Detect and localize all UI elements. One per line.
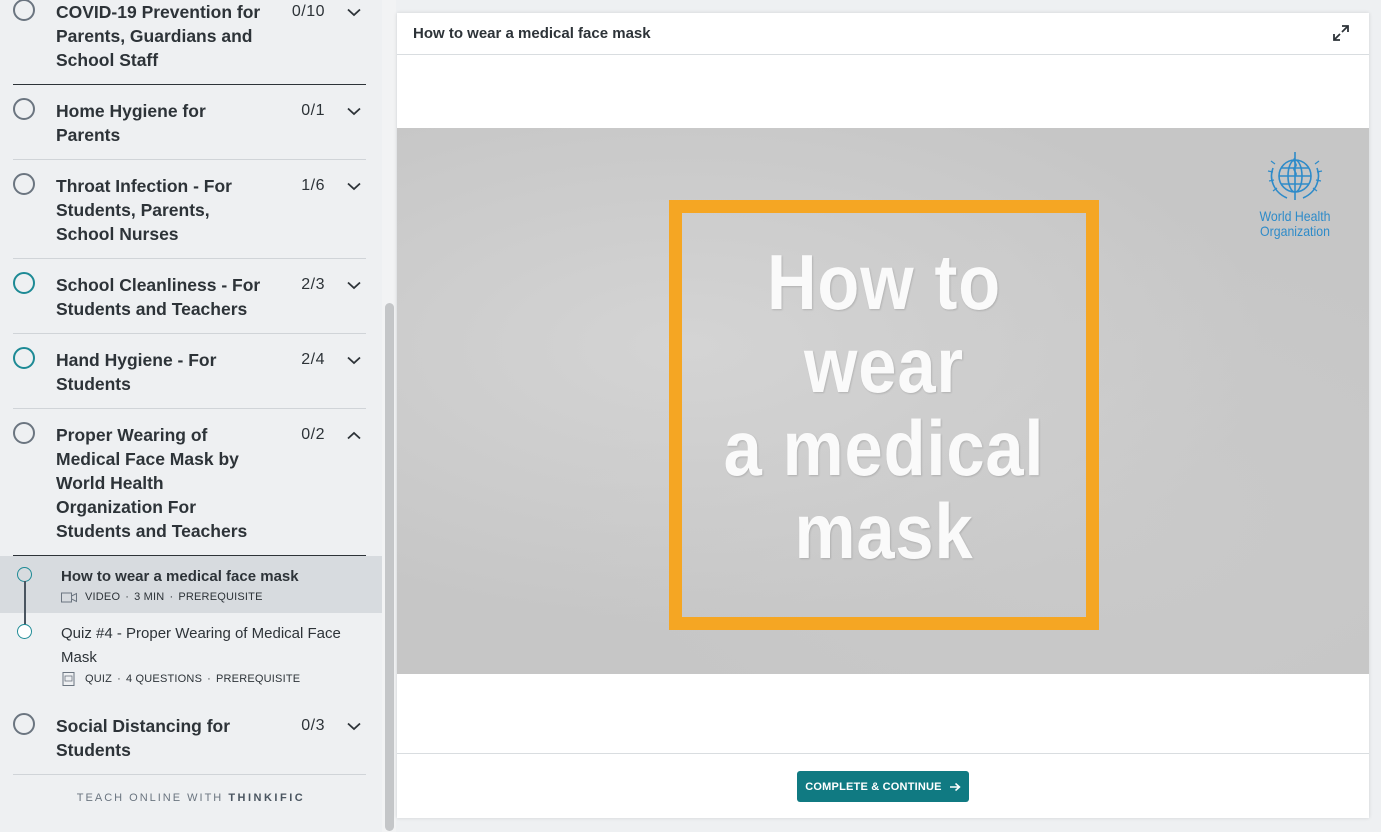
lesson-status-icon (17, 624, 32, 639)
continue-label: COMPLETE & CONTINUE (805, 780, 942, 793)
video-player[interactable]: How to wear a medical mask World Health … (397, 128, 1369, 674)
lesson-tag: Prerequisite (178, 591, 263, 603)
chapter-progress-icon (13, 347, 35, 369)
thinkific-footer-link[interactable]: TEACH ONLINE WITH THINKIFIC (0, 792, 382, 804)
video-icon (61, 592, 77, 603)
chapter-list: COVID-19 Prevention for Parents, Guardia… (0, 0, 382, 775)
lesson-questions: 4 Questions (125, 673, 203, 685)
lesson-content: How to wear a medical face mask How to w… (397, 13, 1369, 818)
chapter-covid-prevention[interactable]: COVID-19 Prevention for Parents, Guardia… (13, 0, 366, 85)
who-emblem-icon (1267, 152, 1323, 200)
footer-brand: THINKIFIC (228, 792, 306, 804)
chapter-count: 0/1 (301, 102, 325, 119)
lesson-status-icon (17, 567, 32, 582)
chapter-face-mask[interactable]: Proper Wearing of Medical Face Mask by W… (13, 409, 366, 556)
chevron-down-icon[interactable] (342, 348, 366, 372)
lesson-meta: Quiz · 4 Questions · Prerequisite (61, 672, 362, 686)
chapter-school-cleanliness[interactable]: School Cleanliness - For Students and Te… (13, 259, 366, 334)
chevron-up-icon[interactable] (342, 423, 366, 447)
sidebar-scrollbar-thumb[interactable] (385, 303, 394, 831)
chapter-count: 2/3 (301, 276, 325, 293)
chapter-title: School Cleanliness - For Students and Te… (56, 275, 261, 319)
lesson-header: How to wear a medical face mask (397, 13, 1369, 55)
chapter-hand-hygiene[interactable]: Hand Hygiene - For Students 2/4 (13, 334, 366, 409)
lesson-list: How to wear a medical face mask Video · … (0, 556, 382, 696)
lesson-header-title: How to wear a medical face mask (413, 25, 651, 42)
lesson-footer: COMPLETE & CONTINUE (397, 753, 1369, 819)
chapter-title: Home Hygiene for Parents (56, 101, 206, 145)
expand-icon[interactable] (1331, 23, 1351, 43)
chapter-count: 2/4 (301, 351, 325, 368)
lesson-title: Quiz #4 - Proper Wearing of Medical Face… (61, 625, 341, 666)
chapter-count: 0/10 (291, 3, 325, 20)
chevron-down-icon[interactable] (342, 273, 366, 297)
footer-prefix: TEACH ONLINE WITH (76, 792, 224, 804)
chapter-title: COVID-19 Prevention for Parents, Guardia… (56, 2, 261, 70)
chevron-down-icon[interactable] (342, 174, 366, 198)
arrow-right-icon (949, 782, 961, 792)
quiz-icon (61, 672, 77, 686)
chapter-status-icon (13, 0, 35, 21)
chapter-throat-infection[interactable]: Throat Infection - For Students, Parents… (13, 160, 366, 259)
chapter-progress-icon (13, 272, 35, 294)
who-logo: World Health Organization (1250, 150, 1340, 239)
chapter-social-distancing[interactable]: Social Distancing for Students 0/3 (13, 700, 366, 775)
chapter-status-icon (13, 422, 35, 444)
chapter-title: Hand Hygiene - For Students (56, 350, 217, 394)
lesson-duration: 3 min (134, 591, 165, 603)
chapter-title: Proper Wearing of Medical Face Mask by W… (56, 425, 248, 541)
lesson-title: How to wear a medical face mask (61, 568, 299, 585)
course-sidebar: COVID-19 Prevention for Parents, Guardia… (0, 0, 382, 832)
lesson-tag: Prerequisite (216, 673, 301, 685)
chapter-status-icon (13, 173, 35, 195)
lesson-item-quiz[interactable]: Quiz #4 - Proper Wearing of Medical Face… (0, 613, 382, 696)
chevron-down-icon[interactable] (342, 714, 366, 738)
chapter-count: 0/3 (301, 717, 325, 734)
chapter-status-icon (13, 98, 35, 120)
chevron-down-icon[interactable] (342, 0, 366, 24)
chevron-down-icon[interactable] (342, 99, 366, 123)
complete-continue-button[interactable]: COMPLETE & CONTINUE (797, 771, 969, 802)
chapter-home-hygiene[interactable]: Home Hygiene for Parents 0/1 (13, 85, 366, 160)
chapter-title: Social Distancing for Students (56, 716, 231, 760)
chapter-count: 0/2 (301, 426, 325, 443)
lesson-type: Quiz (85, 673, 113, 685)
chapter-status-icon (13, 713, 35, 735)
lesson-type: Video (85, 591, 121, 603)
chapter-title: Throat Infection - For Students, Parents… (56, 176, 232, 244)
chapter-count: 1/6 (301, 177, 325, 194)
lesson-item-video[interactable]: How to wear a medical face mask Video · … (0, 556, 382, 625)
who-logo-text: World Health Organization (1259, 208, 1331, 239)
lesson-meta: Video · 3 min · Prerequisite (61, 591, 362, 603)
video-title-text: How to wear a medical mask (723, 238, 1045, 575)
